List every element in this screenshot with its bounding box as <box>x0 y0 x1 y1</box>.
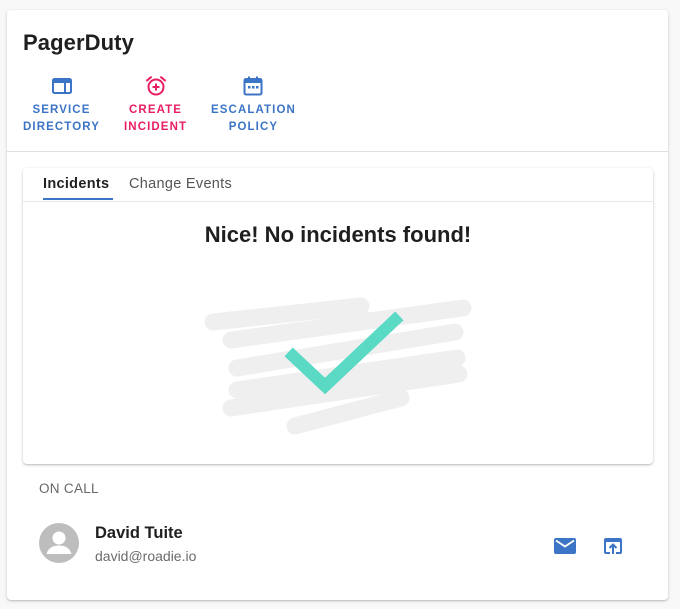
tab-incidents[interactable]: Incidents <box>43 176 109 192</box>
header-divider <box>7 151 668 152</box>
open-in-browser-icon <box>604 538 622 554</box>
avatar <box>39 523 79 563</box>
tab-change-events[interactable]: Change Events <box>129 176 232 192</box>
create-incident-label: CREATE INCIDENT <box>124 104 188 133</box>
active-tab-indicator <box>43 198 113 200</box>
calendar-icon <box>241 74 265 98</box>
email-button[interactable] <box>551 532 579 560</box>
alarm-add-icon <box>144 74 168 98</box>
no-incidents-illustration <box>201 286 473 441</box>
web-icon <box>50 74 74 98</box>
email-icon <box>554 538 576 554</box>
tabs-divider <box>23 201 653 202</box>
escalation-policy-label: ESCALATION POLICY <box>211 104 296 133</box>
incidents-panel: Incidents Change Events Nice! No inciden… <box>23 168 653 464</box>
escalation-policy-button[interactable]: ESCALATION POLICY <box>211 74 296 136</box>
card-title: PagerDuty <box>23 30 134 55</box>
pagerduty-card: PagerDuty SERVICE DIRECTORY CREATE INCID… <box>7 10 668 600</box>
on-call-user-email: david@roadie.io <box>95 548 197 564</box>
empty-state-message: Nice! No incidents found! <box>204 222 472 247</box>
create-incident-button[interactable]: CREATE INCIDENT <box>124 74 187 136</box>
person-icon <box>46 531 72 554</box>
on-call-user-name: David Tuite <box>95 524 183 542</box>
open-in-pagerduty-button[interactable] <box>599 532 627 560</box>
service-directory-label: SERVICE DIRECTORY <box>23 104 100 133</box>
service-directory-button[interactable]: SERVICE DIRECTORY <box>23 74 100 136</box>
on-call-section-label: ON CALL <box>39 481 99 496</box>
